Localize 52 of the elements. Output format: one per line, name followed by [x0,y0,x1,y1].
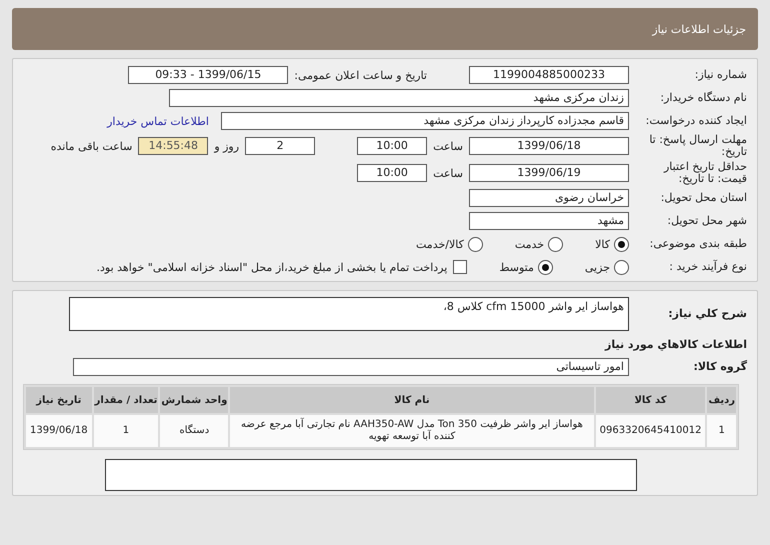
column-header: نام کالا [230,387,594,413]
table-cell: 1 [94,415,158,447]
field-label: ساعت باقی مانده [50,140,132,152]
description-box: هواساز ایر واشر cfm 15000 کلاس 8، [69,297,629,331]
city-field: مشهد [469,212,629,230]
radio-option[interactable]: کالا/خدمت [416,236,483,252]
section-heading: اطلاعات کالاهاي مورد نياز [605,338,747,350]
table-cell: 1399/06/18 [26,415,92,447]
announce-date-field: 1399/06/15 - 09:33 [128,66,288,84]
time-field: 10:00 [357,164,428,182]
province-field: خراسان رضوی [469,189,629,207]
buyer-field: زندان مرکزی مشهد [169,89,629,107]
table-cell: دستگاه [160,415,228,447]
field-label: نام دستگاه خریدار: [659,92,747,104]
column-header: تاریخ نیاز [26,387,92,413]
field-label: گروه کالا: [692,361,747,373]
days-field: 2 [245,137,316,155]
radio-option[interactable]: کالا [595,236,629,252]
field-label: تاریخ و ساعت اعلان عمومی: [294,68,427,82]
field-label: شرح کلي نياز: [667,308,747,320]
date-field: 1399/06/19 [469,164,629,182]
column-header: واحد شمارش [160,387,228,413]
checkbox[interactable] [453,260,468,274]
contact-link[interactable]: اطلاعات تماس خریدار [107,114,209,128]
field-label: شماره نیاز: [694,69,747,81]
field-label: مهلت ارسال پاسخ: تا تاریخ: [648,134,747,158]
field-label: روز و [214,140,240,152]
need-number-field: 1199004885000233 [469,66,629,84]
group-field: امور تاسیساتی [73,358,629,376]
field-label: استان محل تحویل: [660,192,747,204]
payment-note: پرداخت تمام یا بخشی از مبلغ خرید،از محل "اسناد خزانه اسلامی" خواهد بود. [96,260,448,274]
field-label: ساعت [433,166,463,180]
remaining-time-field: 14:55:48 [138,137,208,155]
table-cell: 0963320645410012 [596,415,706,447]
field-label: شهر محل تحویل: [666,215,747,227]
field-label: نوع فرآیند خرید : [668,261,747,273]
radio-option[interactable]: متوسط [499,260,553,274]
column-header: ردیف [707,387,736,413]
creator-field: قاسم مجدزاده کارپرداز زندان مرکزی مشهد [221,112,629,130]
time-field: 10:00 [357,137,428,155]
date-field: 1399/06/18 [469,137,629,155]
field-label: ساعت [433,140,463,152]
page-title: جزئیات اطلاعات نیاز [652,22,746,36]
field-label: حداقل تاریخ اعتبار قیمت: تا تاریخ: [662,161,747,185]
radio-option[interactable]: جزیی [584,260,629,274]
field-label: طبقه بندی موضوعی: [648,238,747,250]
radio-option[interactable]: خدمت [514,236,564,252]
table-cell: هواساز ایر واشر ظرفیت Ton 350 مدل AAH350-AW نام تجارتی آبا مرجع عرضه کننده آبا توسعه تهویه [230,415,594,447]
table-cell: 1 [707,415,736,447]
column-header: کد کالا [596,387,706,413]
column-header: تعداد / مقدار [94,387,158,413]
field-label: ایجاد کننده درخواست: [644,115,747,127]
